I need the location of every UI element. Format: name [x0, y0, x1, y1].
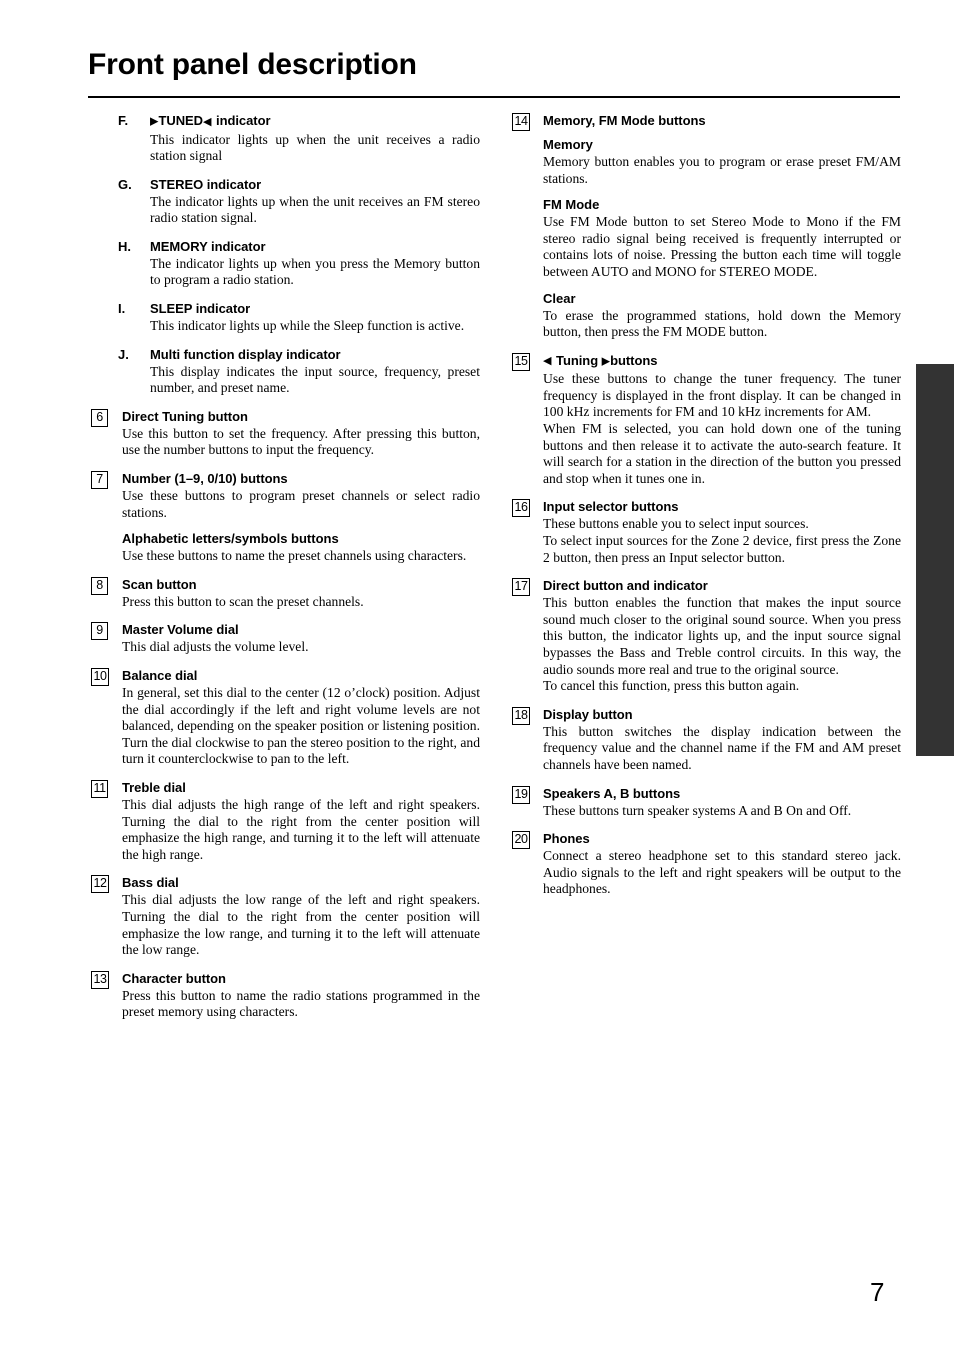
item-body: This dial adjusts the volume level.: [122, 639, 309, 655]
item-number-badge: 9: [91, 622, 108, 641]
item-body: These buttons enable you to select input…: [543, 516, 809, 532]
item-body: The indicator lights up when the unit re…: [150, 193, 480, 226]
numbered-item-9: 9 Master Volume dial This dial adjusts t…: [90, 621, 480, 656]
numbered-item-15: 15 ◀ Tuning ▶buttons Use these buttons t…: [511, 352, 901, 488]
item-subbody-fm-mode: Use FM Mode button to set Stereo Mode to…: [543, 214, 901, 279]
item-body: This dial adjusts the high range of the …: [122, 796, 480, 862]
item-number-badge: 10: [91, 668, 110, 686]
lettered-item-g: G. STEREO indicator The indicator lights…: [90, 176, 480, 227]
item-subheading: Alphabetic letters/symbols buttons: [122, 531, 339, 547]
item-number-badge: 19: [512, 785, 531, 804]
item-subheading-clear: Clear: [543, 290, 576, 306]
item-heading: MEMORY indicator: [150, 238, 266, 254]
item-body: This dial adjusts the low range of the l…: [122, 892, 480, 958]
item-heading: Input selector buttons: [543, 499, 679, 515]
numbered-item-19: 19 Speakers A, B buttons These buttons t…: [511, 785, 901, 820]
numbered-item-18: 18 Display button This button switches t…: [511, 706, 901, 774]
numbered-item-10: 10 Balance dial In general, set this dia…: [90, 667, 480, 768]
item-body: Use this button to set the frequency. Af…: [122, 425, 480, 458]
item-heading: Treble dial: [122, 779, 186, 795]
item-number-badge: 20: [512, 831, 531, 850]
item-subheading-fm-mode: FM Mode: [543, 197, 600, 213]
item-letter-marker: G.: [118, 176, 132, 192]
item-body: This display indicates the input source,…: [150, 363, 480, 396]
item-body: Connect a stereo headphone set to this s…: [543, 848, 901, 897]
item-heading: Display button: [543, 706, 633, 722]
item-subheading-memory: Memory: [543, 137, 593, 152]
item-body: Use these buttons to change the tuner fr…: [543, 371, 901, 420]
item-letter-marker: I.: [118, 301, 126, 317]
numbered-item-11: 11 Treble dial This dial adjusts the hig…: [90, 779, 480, 863]
item-heading: ◀ Tuning ▶buttons: [543, 352, 658, 368]
chapter-thumb-tab: [916, 364, 954, 756]
item-heading: Balance dial: [122, 668, 198, 683]
item-body-2: To cancel this function, press this butt…: [543, 678, 800, 694]
item-number-badge: 14: [512, 113, 531, 131]
item-heading: Character button: [122, 970, 226, 986]
item-number-badge: 15: [512, 352, 531, 371]
item-heading: ▶TUNED◀ indicator: [150, 113, 271, 128]
item-heading: Master Volume dial: [122, 622, 239, 638]
item-number-badge: 13: [91, 970, 110, 989]
item-body-2: To select input sources for the Zone 2 d…: [543, 533, 901, 565]
numbered-item-16: 16 Input selector buttons These buttons …: [511, 498, 901, 566]
lettered-item-i: I. SLEEP indicator This indicator lights…: [90, 300, 480, 335]
item-body: This button enables the function that ma…: [543, 595, 901, 677]
item-number-badge: 7: [91, 471, 108, 490]
item-letter-marker: F.: [118, 113, 129, 128]
item-body: In general, set this dial to the center …: [122, 685, 480, 767]
item-body: Use these buttons to program preset chan…: [122, 488, 480, 520]
item-number-badge: 12: [91, 875, 110, 894]
lettered-item-f: F. ▶TUNED◀ indicator This indicator ligh…: [90, 112, 480, 165]
right-column: 14 Memory, FM Mode buttons Memory Memory…: [511, 112, 901, 909]
item-heading: Multi function display indicator: [150, 346, 341, 362]
item-body: The indicator lights up when you press t…: [150, 255, 480, 288]
item-heading: SLEEP indicator: [150, 301, 251, 317]
item-number-badge: 11: [91, 779, 109, 798]
item-subbody-memory: Memory button enables you to program or …: [543, 154, 901, 186]
item-heading: Direct button and indicator: [543, 578, 708, 594]
item-heading: Number (1–9, 0/10) buttons: [122, 471, 288, 487]
item-heading: Memory, FM Mode buttons: [543, 113, 706, 128]
triangle-right-icon: ▶: [601, 355, 611, 368]
lettered-item-h: H. MEMORY indicator The indicator lights…: [90, 238, 480, 289]
item-body: This indicator lights up when the unit r…: [150, 131, 480, 164]
numbered-item-17: 17 Direct button and indicator This butt…: [511, 577, 901, 695]
item-heading: Direct Tuning button: [122, 408, 248, 424]
numbered-item-14: 14 Memory, FM Mode buttons Memory Memory…: [511, 112, 901, 341]
item-subbody: Use these buttons to name the preset cha…: [122, 548, 467, 564]
item-body: Press this button to name the radio stat…: [122, 987, 480, 1020]
page-title: Front panel description: [88, 48, 417, 81]
item-letter-marker: J.: [118, 346, 129, 362]
item-heading: Speakers A, B buttons: [543, 785, 681, 801]
item-number-badge: 8: [91, 576, 108, 595]
numbered-item-13: 13 Character button Press this button to…: [90, 970, 480, 1021]
item-body: This button switches the display indicat…: [543, 723, 901, 772]
title-divider: [88, 96, 900, 98]
item-heading: Phones: [543, 831, 590, 847]
item-heading: Scan button: [122, 576, 197, 592]
triangle-left-icon: ◀: [203, 115, 212, 128]
item-letter-marker: H.: [118, 238, 131, 254]
item-body: These buttons turn speaker systems A and…: [543, 802, 852, 818]
numbered-item-20: 20 Phones Connect a stereo headphone set…: [511, 830, 901, 898]
numbered-item-12: 12 Bass dial This dial adjusts the low r…: [90, 874, 480, 958]
page-number: 7: [870, 1277, 885, 1307]
item-body: This indicator lights up while the Sleep…: [150, 318, 465, 334]
item-subbody-clear: To erase the programmed stations, hold d…: [543, 307, 901, 340]
item-heading: STEREO indicator: [150, 176, 262, 192]
triangle-left-icon: ◀: [543, 355, 552, 368]
numbered-item-8: 8 Scan button Press this button to scan …: [90, 576, 480, 611]
numbered-item-6: 6 Direct Tuning button Use this button t…: [90, 408, 480, 459]
lettered-item-j: J. Multi function display indicator This…: [90, 346, 480, 397]
numbered-item-7: 7 Number (1–9, 0/10) buttons Use these b…: [90, 470, 480, 565]
item-number-badge: 16: [512, 499, 531, 518]
item-number-badge: 6: [91, 408, 108, 427]
left-column: F. ▶TUNED◀ indicator This indicator ligh…: [90, 112, 480, 1032]
item-number-badge: 17: [512, 578, 531, 597]
item-body-2: When FM is selected, you can hold down o…: [543, 421, 901, 486]
item-number-badge: 18: [512, 706, 531, 725]
item-body: Press this button to scan the preset cha…: [122, 593, 364, 609]
item-heading: Bass dial: [122, 875, 179, 891]
